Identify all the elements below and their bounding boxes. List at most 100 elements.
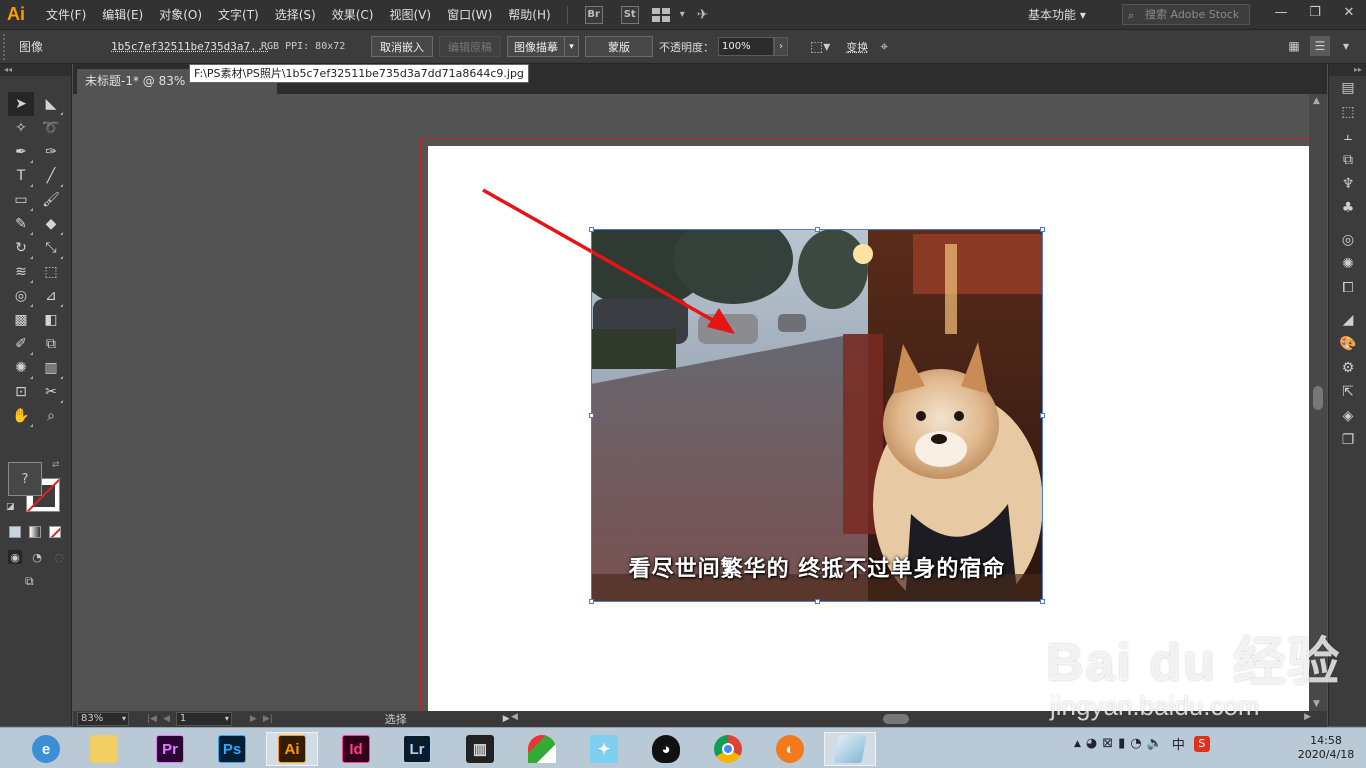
mesh-tool-icon[interactable]: ▩ [8, 308, 34, 332]
taskbar-indesign[interactable]: Id [330, 732, 382, 766]
type-tool-icon[interactable]: T [8, 164, 34, 188]
selection-tool-icon[interactable]: ➤ [8, 92, 34, 116]
symbols-icon[interactable]: ♣ [1329, 196, 1366, 220]
stock-button[interactable]: St [620, 5, 639, 24]
menu-object[interactable]: 对象(O) [151, 0, 210, 30]
close-icon[interactable]: ✕ [1332, 0, 1366, 24]
canvas-area[interactable]: 看尽世间繁华的 终抵不过单身的宿命 [73, 94, 1309, 711]
draw-normal-icon[interactable]: ◉ [8, 550, 22, 564]
line-tool-icon[interactable]: ╱ [38, 164, 64, 188]
magic-wand-tool-icon[interactable]: ✧ [8, 116, 34, 140]
transform-link[interactable]: 变换 [846, 39, 868, 55]
shaper-tool-icon[interactable]: ✎ [8, 212, 34, 236]
status-menu-icon[interactable]: ▶ [503, 714, 510, 724]
rectangle-tool-icon[interactable]: ▭ [8, 188, 34, 212]
next-artboard-icon[interactable]: ▶ [250, 714, 257, 724]
perspective-grid-tool-icon[interactable]: ⊿ [38, 284, 64, 308]
chevron-down-icon[interactable]: ▾ [680, 9, 685, 20]
brushes-icon[interactable]: ♆ [1329, 172, 1366, 196]
qq-tray-icon[interactable]: ◕ [1086, 736, 1097, 751]
taskbar-illustrator[interactable]: Ai [266, 732, 318, 766]
default-colors-icon[interactable]: ◪ [6, 502, 15, 512]
artboards-icon[interactable]: ❐ [1329, 428, 1366, 452]
color-panel-icon[interactable]: 🎨 [1329, 332, 1366, 356]
swap-colors-icon[interactable]: ⇄ [52, 460, 60, 470]
mask-button[interactable]: 蒙版 [585, 36, 653, 57]
blend-tool-icon[interactable]: ⧉ [38, 332, 64, 356]
paintbrush-tool-icon[interactable]: 🖌 [38, 188, 64, 212]
direct-selection-tool-icon[interactable]: ◣ [38, 92, 64, 116]
system-clock[interactable]: 14:58 2020/4/18 [1296, 734, 1356, 762]
screen-mode-icon[interactable]: ⧉ [25, 574, 45, 588]
horizontal-scroll-thumb[interactable] [883, 714, 909, 724]
opacity-input[interactable]: 100% [718, 37, 774, 56]
gpu-performance-icon[interactable]: ✈ [697, 7, 709, 23]
ime-indicator[interactable]: 中 [1172, 734, 1185, 753]
scroll-right-icon[interactable]: ▶ [1304, 712, 1311, 722]
appearance-icon[interactable]: ✺ [1329, 252, 1366, 276]
opacity-label[interactable]: 不透明度： [659, 39, 714, 55]
align-icon[interactable]: ⫠ [1329, 124, 1366, 148]
scroll-down-icon[interactable]: ▼ [1313, 699, 1320, 709]
bridge-button[interactable]: Br [584, 5, 603, 24]
fill-swatch[interactable]: ? [8, 462, 42, 496]
color-mode-icon[interactable] [9, 526, 21, 538]
collapse-panel-icon[interactable]: ◂◂ [0, 64, 71, 76]
artboard-number-select[interactable]: 1 ▾ [175, 712, 232, 726]
control-panel-menu-icon[interactable]: ☰ [1310, 36, 1330, 56]
taskbar-file-explorer[interactable] [78, 732, 130, 766]
taskbar-video-editor[interactable]: ▥ [454, 732, 506, 766]
network-error-icon[interactable]: ⊠ [1102, 736, 1113, 751]
menu-help[interactable]: 帮助(H) [500, 0, 558, 30]
lasso-tool-icon[interactable]: ➰ [38, 116, 64, 140]
last-artboard-icon[interactable]: ▶| [263, 714, 273, 724]
width-tool-icon[interactable]: ≋ [8, 260, 34, 284]
minimize-icon[interactable]: — [1264, 0, 1298, 24]
align-select-icon[interactable]: ⬚▾ [810, 39, 830, 55]
taskbar-app-bird[interactable]: ✦ [578, 732, 630, 766]
scale-tool-icon[interactable]: ⤡ [38, 236, 64, 260]
taskbar-qq[interactable]: ◕ [640, 732, 692, 766]
scroll-up-icon[interactable]: ▲ [1313, 96, 1320, 106]
shape-builder-tool-icon[interactable]: ◎ [8, 284, 34, 308]
unembed-button[interactable]: 取消嵌入 [371, 36, 433, 57]
wifi-icon[interactable]: ◔ [1130, 736, 1141, 751]
arrange-documents-icon[interactable] [651, 7, 670, 22]
properties-icon[interactable]: ▤ [1329, 76, 1366, 100]
none-mode-icon[interactable] [49, 526, 61, 538]
sogou-icon[interactable]: S [1193, 735, 1210, 752]
gradient-mode-icon[interactable] [29, 526, 41, 538]
chevron-right-icon[interactable]: › [774, 37, 788, 56]
workspace-switcher[interactable]: 基本功能 ▾ [1028, 0, 1086, 30]
menu-select[interactable]: 选择(S) [267, 0, 324, 30]
battery-icon[interactable]: ▮ [1118, 736, 1125, 751]
zoom-level-select[interactable]: 83% ▾ [77, 712, 129, 726]
menu-effect[interactable]: 效果(C) [324, 0, 382, 30]
eyedropper-tool-icon[interactable]: ✐ [8, 332, 34, 356]
restore-icon[interactable]: ❐ [1298, 0, 1332, 24]
show-hidden-icons[interactable]: ▲ [1074, 739, 1081, 749]
symbol-sprayer-tool-icon[interactable]: ✺ [8, 356, 34, 380]
gradient-panel-icon[interactable]: ◢ [1329, 308, 1366, 332]
prev-artboard-icon[interactable]: ◀ [163, 714, 170, 724]
slice-tool-icon[interactable]: ✂ [38, 380, 64, 404]
taskbar-premiere[interactable]: Pr [144, 732, 196, 766]
transform-icon[interactable]: ⬚ [1329, 100, 1366, 124]
edit-original-button[interactable]: 编辑原稿 [439, 36, 501, 57]
menu-window[interactable]: 窗口(W) [439, 0, 500, 30]
curvature-tool-icon[interactable]: ✑ [38, 140, 64, 164]
chevron-down-icon[interactable]: ▾ [1336, 36, 1356, 56]
layers-icon[interactable]: ◈ [1329, 404, 1366, 428]
color-guide-icon[interactable]: ⚙ [1329, 356, 1366, 380]
image-trace-dropdown[interactable]: 图像描摹 ▾ [507, 36, 579, 57]
vertical-scrollbar[interactable]: ▲ ▼ [1309, 94, 1327, 711]
panel-grip[interactable] [3, 33, 11, 60]
draw-inside-icon[interactable]: ◌ [52, 550, 66, 564]
hand-tool-icon[interactable]: ✋ [8, 404, 34, 428]
column-graph-tool-icon[interactable]: ▥ [38, 356, 64, 380]
draw-behind-icon[interactable]: ◔ [30, 550, 44, 564]
scroll-left-icon[interactable]: ◀ [511, 712, 518, 722]
taskbar-app-umbrella[interactable] [516, 732, 568, 766]
taskbar-app-orange[interactable]: ◐ [764, 732, 816, 766]
stock-search-input[interactable]: ⌕ 搜索 Adobe Stock [1122, 4, 1250, 25]
